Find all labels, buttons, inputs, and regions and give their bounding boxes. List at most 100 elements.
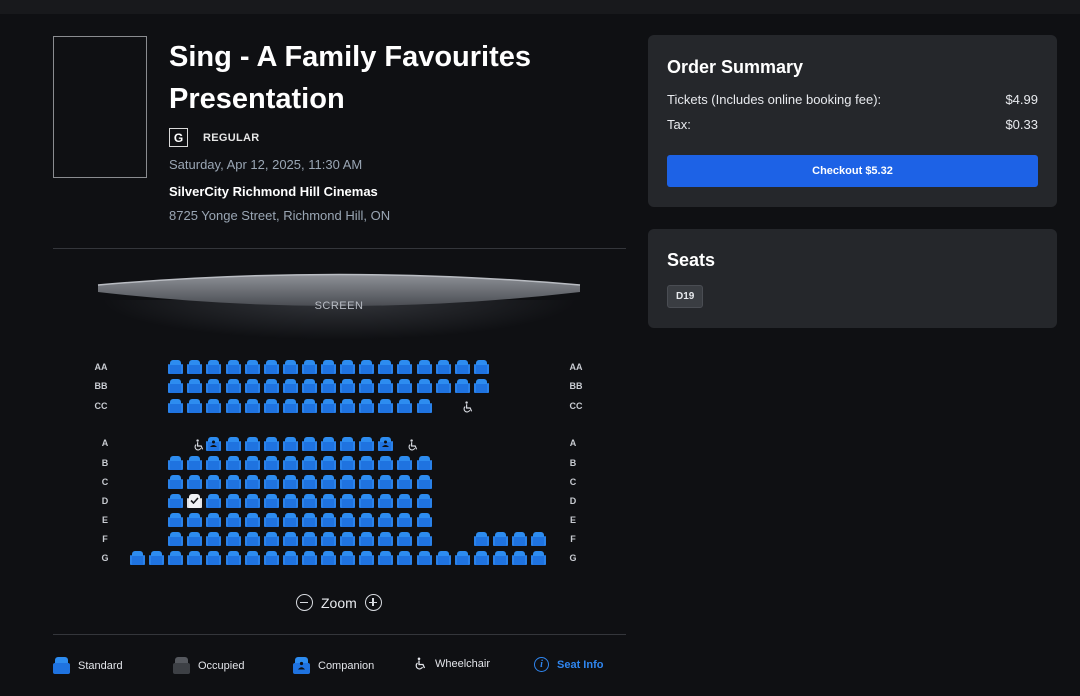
seat-aa-6[interactable] [263, 360, 279, 374]
seat-c-4[interactable] [225, 475, 241, 489]
seat-c-7[interactable] [282, 475, 298, 489]
seat-a-2[interactable] [225, 437, 241, 451]
seat-cc-8[interactable] [301, 399, 317, 413]
seat-c-14[interactable] [416, 475, 432, 489]
seat-f-12[interactable] [378, 532, 394, 546]
seat-cc-11[interactable] [359, 399, 375, 413]
seat-b-13[interactable] [397, 456, 413, 470]
seat-c-6[interactable] [263, 475, 279, 489]
seat-f-3[interactable] [206, 532, 222, 546]
seat-d-14[interactable] [416, 494, 432, 508]
seat-b-11[interactable] [359, 456, 375, 470]
seat-d-5[interactable] [244, 494, 260, 508]
seat-d-10[interactable] [340, 494, 356, 508]
seat-a-9[interactable] [359, 437, 375, 451]
seat-aa-5[interactable] [244, 360, 260, 374]
seat-g-16[interactable] [416, 551, 432, 565]
seat-aa-2[interactable] [187, 360, 203, 374]
seat-c-3[interactable] [206, 475, 222, 489]
seat-c-10[interactable] [340, 475, 356, 489]
seat-b-10[interactable] [340, 456, 356, 470]
seat-b-14[interactable] [416, 456, 432, 470]
seat-d-8[interactable] [301, 494, 317, 508]
seat-c-5[interactable] [244, 475, 260, 489]
zoom-in-icon[interactable] [364, 594, 382, 611]
seat-bb-13[interactable] [397, 379, 413, 393]
seat-c-1[interactable] [168, 475, 184, 489]
seat-cc-5[interactable] [244, 399, 260, 413]
seat-e-10[interactable] [340, 513, 356, 527]
seat-c-13[interactable] [397, 475, 413, 489]
seat-b-1[interactable] [168, 456, 184, 470]
seat-e-5[interactable] [244, 513, 260, 527]
seat-d-4[interactable] [225, 494, 241, 508]
seat-bb-3[interactable] [206, 379, 222, 393]
seat-g-14[interactable] [378, 551, 394, 565]
seat-bb-8[interactable] [301, 379, 317, 393]
seat-aa-13[interactable] [397, 360, 413, 374]
seat-cc-7[interactable] [282, 399, 298, 413]
seat-f-8[interactable] [301, 532, 317, 546]
seat-g-11[interactable] [321, 551, 336, 565]
seat-e-1[interactable] [168, 513, 184, 527]
seat-aa-15[interactable] [435, 360, 451, 374]
seat-b-3[interactable] [206, 456, 222, 470]
seat-g-4[interactable] [187, 551, 203, 565]
seat-f-18[interactable] [531, 532, 547, 546]
seat-aa-12[interactable] [378, 360, 394, 374]
seat-e-11[interactable] [359, 513, 375, 527]
seat-d-11[interactable] [359, 494, 375, 508]
seat-cc-4[interactable] [225, 399, 241, 413]
seat-bb-17[interactable] [473, 379, 489, 393]
seat-f-10[interactable] [340, 532, 356, 546]
seat-cc-9[interactable] [321, 399, 336, 413]
seat-c-11[interactable] [359, 475, 375, 489]
seat-f-2[interactable] [187, 532, 203, 546]
seat-g-9[interactable] [282, 551, 298, 565]
seat-aa-11[interactable] [359, 360, 375, 374]
seat-cc-10[interactable] [340, 399, 356, 413]
seat-e-8[interactable] [301, 513, 317, 527]
seat-e-9[interactable] [321, 513, 336, 527]
seat-g-10[interactable] [301, 551, 317, 565]
seat-b-6[interactable] [263, 456, 279, 470]
seat-g-15[interactable] [397, 551, 413, 565]
seat-aa-17[interactable] [473, 360, 489, 374]
seat-f-13[interactable] [397, 532, 413, 546]
seat-e-6[interactable] [263, 513, 279, 527]
seat-f-11[interactable] [359, 532, 375, 546]
seat-bb-9[interactable] [321, 379, 336, 393]
seat-bb-10[interactable] [340, 379, 356, 393]
seat-c-8[interactable] [301, 475, 317, 489]
seat-f-5[interactable] [244, 532, 260, 546]
seat-d-3[interactable] [206, 494, 222, 508]
seat-bb-7[interactable] [282, 379, 298, 393]
seat-d-12[interactable] [378, 494, 394, 508]
seat-d-7[interactable] [282, 494, 298, 508]
seat-bb-5[interactable] [244, 379, 260, 393]
seat-cc-14[interactable] [416, 399, 432, 413]
seat-bb-12[interactable] [378, 379, 394, 393]
seat-b-8[interactable] [301, 456, 317, 470]
seat-f-7[interactable] [282, 532, 298, 546]
seat-a-6[interactable] [301, 437, 317, 451]
seat-e-2[interactable] [187, 513, 203, 527]
seat-aa-3[interactable] [206, 360, 222, 374]
seat-aa-1[interactable] [168, 360, 184, 374]
seat-cc-1[interactable] [168, 399, 184, 413]
seat-d-1[interactable] [168, 494, 184, 508]
seat-bb-6[interactable] [263, 379, 279, 393]
seat-aa-14[interactable] [416, 360, 432, 374]
seat-info-link[interactable]: i Seat Info [534, 657, 603, 672]
seat-f-4[interactable] [225, 532, 241, 546]
wheelchair-icon[interactable] [407, 439, 419, 451]
seat-g-22[interactable] [531, 551, 547, 565]
seat-bb-15[interactable] [435, 379, 451, 393]
seat-e-12[interactable] [378, 513, 394, 527]
seat-g-2[interactable] [149, 551, 165, 565]
seat-f-17[interactable] [512, 532, 527, 546]
seat-a-10[interactable] [378, 437, 394, 451]
seat-g-3[interactable] [168, 551, 184, 565]
seat-f-14[interactable] [416, 532, 432, 546]
seat-d-6[interactable] [263, 494, 279, 508]
